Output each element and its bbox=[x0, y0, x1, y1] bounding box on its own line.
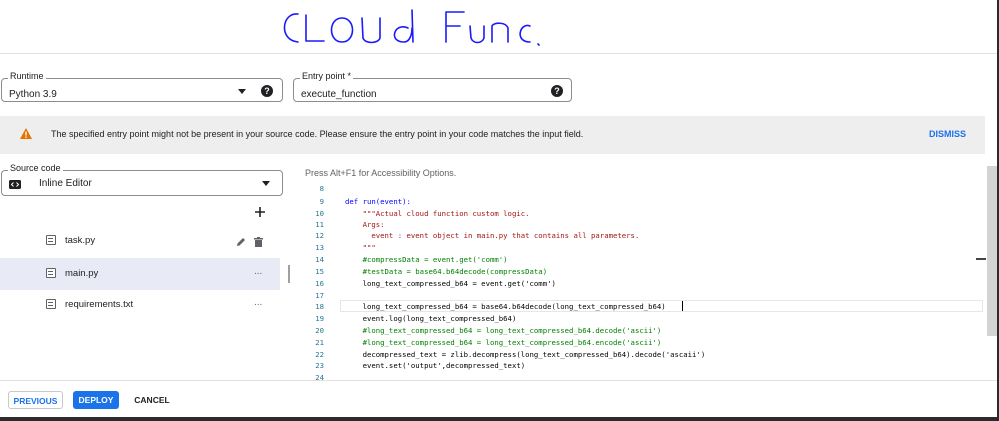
line-number: 10 bbox=[315, 209, 324, 218]
dismiss-button[interactable]: DISMISS bbox=[929, 129, 966, 139]
add-icon[interactable] bbox=[255, 207, 265, 217]
code-line: event.set('output',decompressed_text) bbox=[345, 361, 526, 370]
warning-triangle-icon bbox=[20, 128, 32, 139]
line-number: 13 bbox=[315, 243, 324, 252]
line-number: 14 bbox=[315, 255, 324, 264]
line-number: 17 bbox=[315, 291, 324, 300]
code-line: #testData = base64.b64decode(compressDat… bbox=[345, 267, 548, 276]
source-code-select[interactable]: Source code Inline Editor bbox=[1, 163, 283, 196]
chevron-down-icon bbox=[238, 89, 246, 94]
line-number: 16 bbox=[315, 279, 324, 288]
code-line: decompressed_text = zlib.decompress(long… bbox=[345, 350, 706, 359]
code-line: event : event object in main.py that con… bbox=[345, 231, 640, 240]
line-number: 9 bbox=[319, 197, 324, 206]
line-number: 19 bbox=[315, 314, 324, 323]
code-line: Args: bbox=[345, 220, 385, 229]
source-code-value: Inline Editor bbox=[39, 178, 92, 189]
file-name: main.py bbox=[65, 268, 99, 279]
panel-resize-handle[interactable] bbox=[288, 265, 290, 283]
line-number: 22 bbox=[315, 350, 324, 359]
file-item-task[interactable]: task.py bbox=[0, 225, 280, 257]
code-line: #long_text_compressed_b64 = long_text_co… bbox=[345, 338, 662, 347]
file-name: task.py bbox=[65, 235, 96, 246]
code-line: #long_text_compressed_b64 = long_text_co… bbox=[345, 326, 662, 335]
line-number: 8 bbox=[319, 184, 324, 193]
file-menu-button[interactable]: ... bbox=[254, 266, 262, 277]
line-number: 20 bbox=[315, 326, 324, 335]
runtime-select[interactable]: Runtime Python 3.9 ? bbox=[1, 71, 283, 102]
line-number: 18 bbox=[315, 302, 324, 311]
warning-banner: The specified entry point might not be p… bbox=[0, 116, 985, 154]
line-number: 12 bbox=[315, 231, 324, 240]
previous-button[interactable]: PREVIOUS bbox=[8, 391, 63, 409]
code-line: long_text_compressed_b64 = event.get('co… bbox=[345, 279, 556, 288]
line-number: 21 bbox=[315, 338, 324, 347]
file-icon bbox=[46, 299, 56, 309]
overview-ruler-marker bbox=[976, 258, 986, 260]
code-line: long_text_compressed_b64 = base64.b64dec… bbox=[345, 302, 666, 311]
handwritten-annotation bbox=[283, 9, 540, 46]
window-frame-bottom bbox=[0, 417, 999, 421]
code-line: #compressData = event.get('comm') bbox=[345, 255, 508, 264]
code-line: def run(event): bbox=[345, 197, 411, 206]
footer-divider bbox=[0, 380, 999, 381]
source-code-label: Source code bbox=[8, 163, 63, 173]
code-line: """Actual cloud function custom logic. bbox=[345, 209, 530, 218]
code-line: """ bbox=[345, 243, 376, 252]
vertical-scrollbar[interactable] bbox=[987, 166, 997, 336]
file-item-requirements[interactable]: requirements.txt ... bbox=[0, 289, 280, 321]
trash-icon[interactable] bbox=[254, 237, 263, 247]
cancel-button[interactable]: CANCEL bbox=[127, 391, 177, 409]
file-name: requirements.txt bbox=[65, 299, 134, 310]
code-line: event.log(long_text_compressed_b64) bbox=[345, 314, 517, 323]
code-editor[interactable]: 8 9 10 11 12 13 14 15 16 17 18 19 20 21 … bbox=[294, 182, 985, 380]
code-editor-icon bbox=[9, 180, 21, 189]
entry-point-field[interactable]: Entry point * execute_function ? bbox=[293, 71, 572, 102]
pencil-icon[interactable] bbox=[236, 237, 246, 247]
help-circle-icon[interactable]: ? bbox=[551, 85, 563, 97]
runtime-label: Runtime bbox=[8, 71, 46, 81]
line-number: 11 bbox=[315, 220, 324, 229]
line-number: 23 bbox=[315, 361, 324, 370]
line-number: 24 bbox=[315, 373, 324, 380]
header-divider bbox=[0, 53, 999, 54]
help-circle-icon[interactable]: ? bbox=[261, 85, 273, 97]
file-icon bbox=[46, 268, 56, 278]
warning-message: The specified entry point might not be p… bbox=[51, 129, 584, 139]
entry-point-value[interactable]: execute_function bbox=[301, 89, 377, 100]
file-item-main[interactable]: main.py ... bbox=[0, 258, 280, 290]
runtime-value: Python 3.9 bbox=[9, 89, 57, 100]
chevron-down-icon bbox=[262, 181, 270, 186]
line-number: 15 bbox=[315, 267, 324, 276]
accessibility-hint: Press Alt+F1 for Accessibility Options. bbox=[305, 168, 457, 178]
file-icon bbox=[46, 235, 56, 245]
entry-point-label: Entry point * bbox=[300, 71, 354, 81]
text-cursor bbox=[682, 301, 683, 311]
deploy-button[interactable]: DEPLOY bbox=[73, 391, 119, 409]
file-menu-button[interactable]: ... bbox=[254, 297, 262, 308]
